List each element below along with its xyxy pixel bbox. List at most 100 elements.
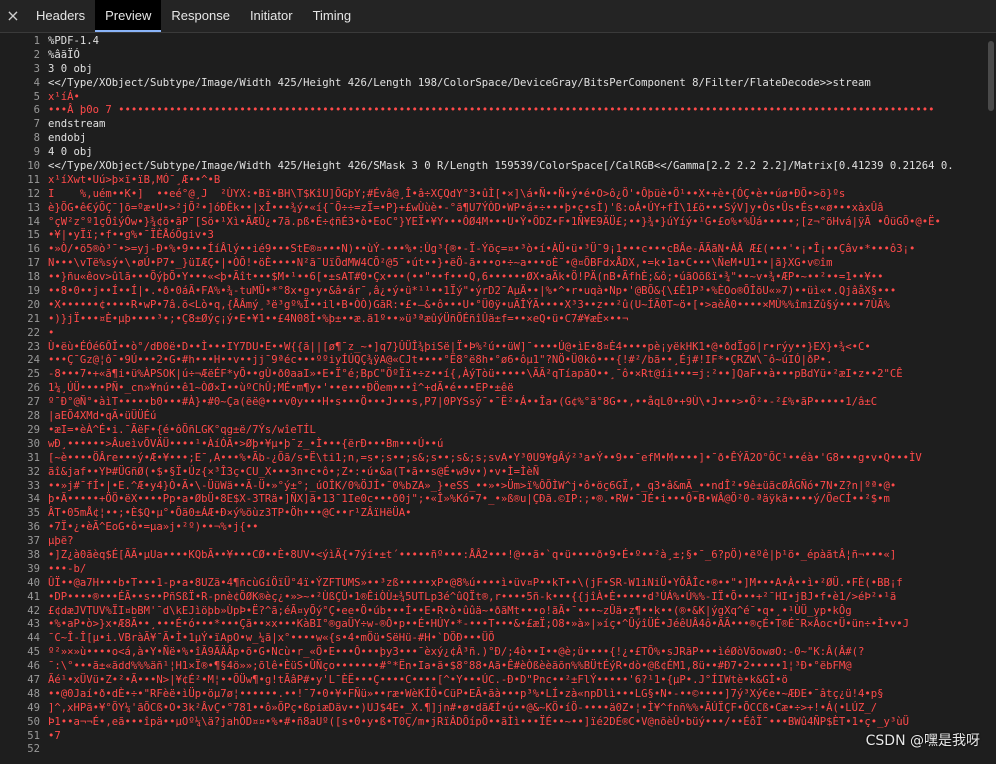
code-line: 19 ••8•0••j••Í••Í|•.•ð•0áÃ•FA%•¾-tuMÜ•*°8… — [0, 285, 984, 299]
line-number: 5 — [33, 90, 40, 103]
line-number: 14 — [27, 215, 40, 228]
preview-code-view[interactable]: 1 %PDF-1.4 2 %âãÏÓ 3 3 0 obj 4 <</Type/XObject/… — [0, 35, 984, 764]
tab-headers[interactable]: Headers — [26, 0, 95, 32]
line-number: 22 — [27, 326, 40, 339]
code-line: 45 º²»×»ù••••o<á,à•Y•Ñë•%•îÃ9ÃÄÂp•õ•G•Ncù… — [0, 646, 984, 660]
code-line: 32 ãî&jaf••YÞ#ÜGñØ(•$•§Ï•Úz{×³Î3ç•CU_X•••… — [0, 466, 984, 480]
code-line: 13 è}ÕG•ê€ýÕÇ¯]õ=ºæ•U•>²jÕ²•]óÐÊk••|xÎ•••… — [0, 202, 984, 216]
code-line: 42 £¢dæJVTUV%ÏI¤bBM'¯d\kEJìöþb»ÙpÞ•Ë?^ã;é… — [0, 605, 984, 619]
line-number: 39 — [27, 562, 40, 575]
line-text: ••8•0••j••Í••Í|•.•ð•0áÃ•FA%•¾-tuMÜ•*°8x•… — [48, 285, 897, 298]
code-line: 37 µþë? — [0, 535, 984, 549]
line-text: -8•••7•+«ã¶i•ü%ÀPSOK|ú÷¬ÆëÉF*yÕ••gÙ•ð0aa… — [48, 368, 903, 381]
code-line: 40 ÛÏ••@a7H•••b•T•••1-p•a•8UZã•4¶ñcùGíÖïÜ… — [0, 577, 984, 591]
code-line: 26 1¼¸ÚÜ••••PÑ•_cn»¥nú••ê1~ÒØ×I••ùºChÛ;MÉ… — [0, 382, 984, 396]
line-text: •7Ï•¿•èÃ^EoG•ô•=µa»j•²º)••¬%•j{•• — [48, 521, 259, 534]
line-number: 44 — [27, 632, 40, 645]
line-text: <</Type/XObject/Subtype/Image/Width 425/… — [48, 160, 954, 173]
line-number: 35 — [27, 507, 40, 520]
line-text: N•••\vTë%sý•\•øÚ•P7•_}üIÆÇ•|•ÒÕ!•öÈ••••N… — [48, 257, 833, 270]
line-text: 4 0 obj — [48, 146, 93, 159]
line-text: •••Ç¯Gz@¦ô¯•9Ú•••2•G•#h•••H••v••jj¯9ªéc•… — [48, 354, 833, 367]
line-number: 11 — [27, 173, 40, 186]
line-text: <</Type/XObject/Subtype/Image/Width 425/… — [48, 76, 871, 89]
code-line: 41 •DP••••®•••ÉÃ••s••PñSßÏ•R-pnè¢ÕØK®èç¿•… — [0, 591, 984, 605]
line-number: 36 — [27, 521, 40, 534]
line-number: 7 — [33, 118, 40, 131]
line-text: Ù•ëù•ÉÓé6ÔÎ••ò°/dÐ0ë•D••Ì•••IY7DU•E••W{{… — [48, 340, 871, 353]
code-line: 14 °çW²z°º1çÔîýÓw•}¾¢ö•ãP¯[Sö•¹Xì•ÃÆÛ¿•7ã… — [0, 216, 984, 230]
line-number: 32 — [27, 465, 40, 478]
line-text: þ•Ã•••••+ÖÖ•ëX••••Pp•a•ØbÜ•8E$X-3TRä•]ÑX… — [48, 493, 890, 506]
line-text: •DP••••®•••ÉÃ••s••PñSßÏ•R-pnè¢ÕØK®èç¿•»>… — [48, 590, 897, 603]
code-line: 38 •]Z¿à0ãèq$É[ÃÃ•µUa••••KQbÃ••¥•••CØ••È•… — [0, 549, 984, 563]
line-text: è}ÕG•ê€ýÕÇ¯]õ=ºæ•U•>²jÕ²•]óÐÊk••|xÎ•••¾ý… — [48, 201, 884, 214]
code-line: 16 •»Ò/•ö5®ò³¯•>=yj-Ð•%•9•••ÍíÂlý••ié9•••… — [0, 243, 984, 257]
code-line: 9 4 0 obj — [0, 146, 984, 160]
line-text: • — [48, 326, 55, 339]
line-number: 10 — [27, 160, 40, 173]
line-number: 52 — [27, 743, 40, 756]
line-number: 25 — [27, 368, 40, 381]
code-line: 1 %PDF-1.4 — [0, 35, 984, 49]
code-line: 25 -8•••7•+«ã¶i•ü%ÀPSOK|ú÷¬ÆëÉF*yÕ••gÙ•ð0… — [0, 368, 984, 382]
tab-response[interactable]: Response — [161, 0, 240, 32]
tab-preview[interactable]: Preview — [95, 0, 162, 32]
line-number: 43 — [27, 618, 40, 631]
line-text: |aEÕ4XMd•qÃ•üÜÜÉú — [48, 410, 157, 423]
line-number: 38 — [27, 548, 40, 561]
code-line: 52 — [0, 743, 984, 757]
code-line: 44 ¯C~Î-Î[µ•i.VBràÃ¥¯Ã•Ì•1µÝ•ïApO•w_¼ã|x°… — [0, 632, 984, 646]
code-line: 51 •7 — [0, 730, 984, 744]
code-line: 39 •••-b/ — [0, 563, 984, 577]
line-text: µþë? — [48, 535, 74, 548]
line-text: ãî&jaf••YÞ#ÜGñØ(•$•§Ï•Úz{×³Î3ç•CU_X•••3n… — [48, 465, 540, 478]
line-text: 3 0 obj — [48, 62, 93, 75]
code-line: 20 •X••••••¢••••R•wP•7â.õ<Lò•q,{ÅÂmý¸³ë³g… — [0, 299, 984, 313]
line-text: •7 — [48, 729, 61, 742]
code-line: 5 x¹íÁ• — [0, 91, 984, 105]
code-line: 2 %âãÏÓ — [0, 49, 984, 63]
close-icon[interactable]: × — [0, 0, 26, 32]
code-line: 33 ••»j#¯fÍ•|•E.^Æ•y4}Ò•Ã•\-ÜüWä••Ã-Ü•»°ý… — [0, 480, 984, 494]
tab-initiator[interactable]: Initiator — [240, 0, 303, 32]
code-line: 3 3 0 obj — [0, 63, 984, 77]
line-number: 51 — [27, 729, 40, 742]
scrollbar-thumb[interactable] — [988, 41, 994, 111]
line-number: 48 — [27, 687, 40, 700]
devtools-tabbar: × Headers Preview Response Initiator Tim… — [0, 0, 996, 33]
line-number: 19 — [27, 285, 40, 298]
line-text: 1¼¸ÚÜ••••PÑ•_cn»¥nú••ê1~ÒØ×I••ùºChÛ;MÉ•m… — [48, 382, 514, 395]
line-number: 20 — [27, 298, 40, 311]
code-line: 8 endobj — [0, 132, 984, 146]
line-number: 16 — [27, 243, 40, 256]
line-number: 13 — [27, 201, 40, 214]
code-line: 11 x¹íXwt•Uú>þ×ï•ïB,MÓ¯¸Æ••^•B — [0, 174, 984, 188]
line-number: 46 — [27, 660, 40, 673]
vertical-scrollbar[interactable] — [986, 35, 996, 764]
line-text: %âãÏÓ — [48, 48, 80, 61]
line-text: Ãé¹•xÜVü•Z•²•Ã•••N>|¥¢É²•M¦••ÕÜw¶•g!tÃâP… — [48, 673, 788, 686]
line-number: 37 — [27, 535, 40, 548]
line-text: x¹íÁ• — [48, 90, 80, 103]
line-text: •••-b/ — [48, 562, 87, 575]
code-line: 22 • — [0, 327, 984, 341]
code-line: 7 endstream — [0, 118, 984, 132]
line-text: •æI=•èÀ^É•i.¯ÃëF•{é•ôÕñLGK°qg±ë/7Ýs/wîeT… — [48, 423, 316, 436]
code-line: 4 <</Type/XObject/Subtype/Image/Width 425… — [0, 77, 984, 91]
line-number: 15 — [27, 229, 40, 242]
line-text: •)}jÏ•••¤È•µþ••••³•;•Ç8±Øýç¡ý•E•¥1••£4N0… — [48, 312, 629, 325]
code-line: 10 <</Type/XObject/Subtype/Image/Width 42… — [0, 160, 984, 174]
line-text: ¯C~Î-Î[µ•i.VBràÃ¥¯Ã•Ì•1µÝ•ïApO•w_¼ã|x°••… — [48, 632, 495, 645]
line-text: endobj — [48, 132, 87, 145]
line-text: ÂT•05mÅ¢¦••;•È$Q•µ°•Õä0±ÁÆ•Ð×ý%öùz3TP•Öh… — [48, 507, 412, 520]
line-text: ••@0Jaí•ð•dÈ•÷•"RFèë•ìÜp•öµ7ø¦••••••.••!… — [48, 687, 884, 700]
line-number: 27 — [27, 396, 40, 409]
code-line: 21 •)}jÏ•••¤È•µþ••••³•;•Ç8±Øýç¡ý•E•¥1••£4… — [0, 313, 984, 327]
line-text: •X••••••¢••••R•wP•7â.õ<Lò•q,{ÅÂmý¸³ë³gº%… — [48, 298, 890, 311]
line-number: 41 — [27, 590, 40, 603]
line-number: 31 — [27, 451, 40, 464]
line-number: 28 — [27, 410, 40, 423]
tab-timing[interactable]: Timing — [303, 0, 362, 32]
line-number: 24 — [27, 354, 40, 367]
